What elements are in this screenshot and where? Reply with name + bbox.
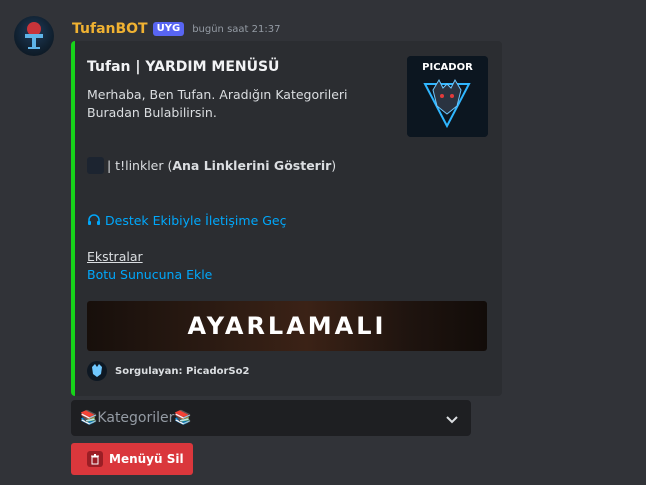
bot-avatar[interactable] <box>14 16 54 56</box>
select-placeholder: 📚Kategoriler📚 <box>80 410 192 426</box>
chevron-down-icon <box>444 411 460 427</box>
add-bot-link[interactable]: Botu Sunucuna Ekle <box>87 267 212 282</box>
app-tag-badge: UYG <box>152 22 185 36</box>
embed-footer: Sorgulayan: PicadorSo2 <box>87 361 249 381</box>
command-suffix: ) <box>331 158 337 173</box>
footer-text: Sorgulayan: PicadorSo2 <box>115 365 250 377</box>
categories-select[interactable]: 📚Kategoriler📚 <box>71 400 471 436</box>
add-bot-line: Botu Sunucuna Ekle <box>87 267 212 282</box>
banner-text: AYARLAMALI <box>187 312 387 340</box>
headset-icon <box>87 213 101 228</box>
thumbnail-logo-text: PICADOR <box>422 62 473 73</box>
command-description: Ana Linklerini Gösterir <box>172 158 332 173</box>
help-embed: Tufan | YARDIM MENÜSÜ Merhaba, Ben Tufan… <box>71 41 502 396</box>
support-link[interactable]: Destek Ekibiyle İletişime Geç <box>105 213 286 228</box>
username[interactable]: TufanBOT <box>72 21 148 37</box>
support-line: Destek Ekibiyle İletişime Geç <box>87 213 286 228</box>
embed-title: Tufan | YARDIM MENÜSÜ <box>87 59 280 75</box>
extras-label: Ekstralar <box>87 249 143 264</box>
embed-thumbnail[interactable]: PICADOR <box>407 56 488 137</box>
message-timestamp: bugün saat 21:37 <box>192 23 281 35</box>
embed-banner-image[interactable]: AYARLAMALI <box>87 301 487 351</box>
bot-emoji-icon <box>87 157 104 174</box>
command-line: | t!linkler ( Ana Linklerini Gösterir ) <box>87 157 336 174</box>
message-header: TufanBOT UYG bugün saat 21:37 <box>72 20 280 38</box>
extras-heading-line: Ekstralar <box>87 249 143 264</box>
delete-menu-label: Menüyü Sil <box>109 452 184 466</box>
requester-avatar <box>87 361 107 381</box>
delete-menu-button[interactable]: Menüyü Sil <box>71 443 193 475</box>
command-prefix: | t!linkler ( <box>107 158 173 173</box>
embed-description: Merhaba, Ben Tufan. Aradığın Kategoriler… <box>87 87 348 120</box>
trash-icon <box>87 451 103 467</box>
